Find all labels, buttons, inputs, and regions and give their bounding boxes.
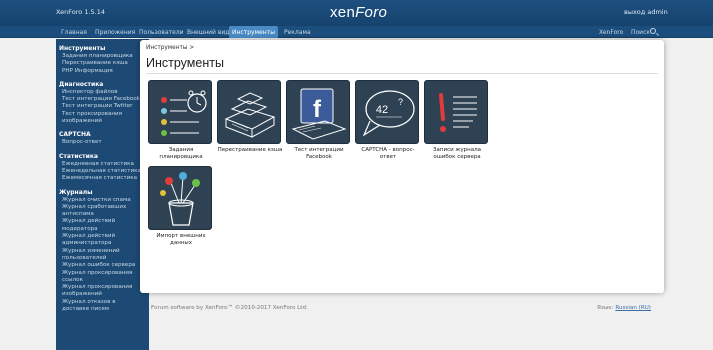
sidebar-item-file-check[interactable]: Инспектор файлов: [56, 89, 149, 96]
content-panel: Инструменты > Инструменты Задания планир…: [140, 40, 664, 293]
tab-appearance[interactable]: Внешний вид: [184, 27, 232, 38]
breadcrumb[interactable]: Инструменты >: [146, 45, 194, 51]
tab-users[interactable]: Пользователи: [136, 27, 187, 38]
main-nav: Главная Приложения Пользователи Внешний …: [0, 26, 713, 38]
captcha-icon: 42 ?: [355, 80, 419, 144]
sidebar-item-question-answer[interactable]: Вопрос-ответ: [56, 139, 149, 146]
tab-xenforo[interactable]: XenForo: [596, 27, 626, 38]
sidebar-item-user-change-log-cont[interactable]: пользователей: [56, 255, 149, 262]
sidebar-item-image-proxy-log-cont[interactable]: изображений: [56, 291, 149, 298]
tile-facebook-test[interactable]: f Тест интеграции Facebook: [286, 80, 352, 161]
cache-icon: [217, 80, 281, 144]
sidebar-item-spam-cleaner-log[interactable]: Журнал очистки спама: [56, 197, 149, 204]
language-label: Язык:: [597, 305, 614, 311]
sidebar-item-server-error-log[interactable]: Журнал ошибок сервера: [56, 262, 149, 269]
sidebar: Инструменты Задания планировщика Перестр…: [56, 39, 149, 350]
sidebar-item-monthly-stats[interactable]: Ежемесячная статистика: [56, 175, 149, 182]
sidebar-item-moderator-log-cont[interactable]: модератора: [56, 226, 149, 233]
sidebar-heading-diagnostics: Диагностика: [59, 80, 104, 88]
svg-text:42: 42: [376, 104, 388, 116]
cron-icon: [148, 80, 212, 144]
tile-import[interactable]: Импорт внешних данных: [148, 166, 214, 247]
xenforo-logo[interactable]: xenForo: [330, 4, 387, 21]
sidebar-heading-captcha: CAPTCHA: [59, 131, 91, 139]
sidebar-item-rebuild-cache[interactable]: Перестраивание кэша: [56, 60, 149, 67]
sidebar-item-link-proxy-log[interactable]: Журнал проксирования: [56, 270, 149, 277]
sidebar-item-admin-log-cont[interactable]: администратора: [56, 240, 149, 247]
sidebar-heading-tools: Инструменты: [59, 45, 106, 52]
tile-label-facebook-test: Тест интеграции Facebook: [294, 147, 344, 160]
tile-cron[interactable]: Задания планировщика: [148, 80, 214, 161]
sidebar-item-admin-log[interactable]: Журнал действий: [56, 233, 149, 240]
tile-server-error-log[interactable]: Записи журнала ошибок сервера: [424, 80, 490, 161]
logout-link[interactable]: выход admin: [624, 8, 668, 16]
tile-label-server-error-log: Записи журнала ошибок сервера: [433, 147, 481, 160]
sidebar-item-cron[interactable]: Задания планировщика: [56, 53, 149, 60]
top-header: XenForo 1.5.14 xenForo выход admin: [0, 0, 713, 26]
sidebar-item-moderator-log[interactable]: Журнал действий: [56, 218, 149, 225]
tile-label-import: Импорт внешних данных: [156, 233, 206, 246]
tab-home[interactable]: Главная: [58, 27, 90, 38]
page-title: Инструменты: [146, 56, 224, 70]
svg-text:f: f: [313, 96, 322, 123]
import-icon: [148, 166, 212, 230]
tile-label-captcha: CAPTCHA - вопрос-ответ: [361, 147, 415, 160]
sidebar-item-spam-trigger-log[interactable]: Журнал сработавших: [56, 204, 149, 211]
sidebar-heading-statistics: Статистика: [59, 152, 98, 160]
error-log-icon: [424, 80, 488, 144]
sidebar-heading-logs: Журналы: [59, 188, 93, 196]
sidebar-item-email-bounce-log-cont[interactable]: доставке писем: [56, 306, 149, 313]
sidebar-item-weekly-stats[interactable]: Еженедельная статистика: [56, 168, 149, 175]
sidebar-item-image-proxy-test[interactable]: Тест проксирования: [56, 111, 149, 118]
title-divider: [146, 73, 658, 74]
footer-copyright[interactable]: Forum software by XenForo™ ©2010-2017 Xe…: [151, 305, 308, 311]
sidebar-item-facebook-test[interactable]: Тест интеграции Facebook: [56, 96, 149, 103]
sidebar-item-php-info[interactable]: PHP Информация: [56, 68, 149, 75]
tile-rebuild-cache[interactable]: Перестраивание кэша: [217, 80, 283, 154]
tile-label-cron: Задания планировщика: [159, 147, 203, 160]
tab-tools[interactable]: Инструменты: [229, 26, 278, 38]
version-label[interactable]: XenForo 1.5.14: [56, 8, 105, 16]
language-selector[interactable]: Russian (RU): [615, 305, 651, 311]
tile-label-rebuild-cache: Перестраивание кэша: [217, 147, 283, 153]
sidebar-item-daily-stats[interactable]: Ежедневная статистика: [56, 161, 149, 168]
sidebar-item-image-proxy-test-cont[interactable]: изображений: [56, 118, 149, 125]
sidebar-item-link-proxy-log-cont[interactable]: ссылок: [56, 277, 149, 284]
facebook-icon: f: [286, 80, 350, 144]
footer-language: Язык: Russian (RU): [597, 305, 651, 311]
sidebar-item-twitter-test[interactable]: Тест интеграции Twitter: [56, 103, 149, 110]
tab-applications[interactable]: Приложения: [92, 27, 138, 38]
tab-advertising[interactable]: Реклама: [281, 27, 314, 38]
sidebar-item-user-change-log[interactable]: Журнал изменений: [56, 248, 149, 255]
search-icon[interactable]: [650, 28, 656, 34]
sidebar-item-email-bounce-log[interactable]: Журнал отказов в: [56, 299, 149, 306]
svg-text:?: ?: [398, 97, 403, 107]
tile-captcha[interactable]: 42 ? CAPTCHA - вопрос-ответ: [355, 80, 421, 161]
search-link[interactable]: Поиск: [628, 27, 653, 38]
